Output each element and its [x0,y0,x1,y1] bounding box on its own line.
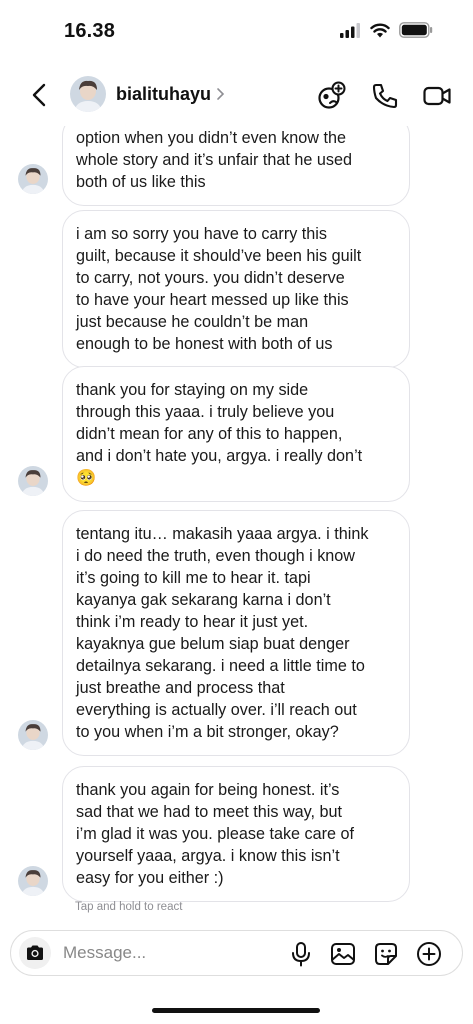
gallery-icon[interactable] [329,940,357,968]
plus-icon[interactable] [415,940,443,968]
react-hint: Tap and hold to react [75,901,183,913]
status-time: 16.38 [64,20,116,42]
message-bubble-3[interactable]: thank you for staying on my side through… [62,366,410,502]
sticker-icon[interactable] [372,940,400,968]
wifi-icon [370,23,390,38]
battery-icon [399,22,433,38]
status-bar: 16.38 [0,0,473,62]
camera-icon [27,945,43,960]
contact-avatar[interactable] [70,76,106,112]
camera-button[interactable] [19,937,51,969]
cellular-signal-icon [340,23,360,38]
sender-avatar[interactable] [18,466,48,496]
message-composer [10,930,463,976]
status-icons [339,22,433,38]
message-thread[interactable]: option when you didn’t even know the who… [0,126,473,926]
message-bubble-2[interactable]: i am so sorry you have to carry this gui… [62,210,410,368]
add-member-icon[interactable] [316,81,346,111]
sender-avatar[interactable] [18,164,48,194]
message-input[interactable] [63,941,233,965]
sender-avatar[interactable] [18,866,48,896]
home-indicator[interactable] [152,1008,320,1013]
chat-header: bialituhayu [0,62,473,126]
sender-avatar[interactable] [18,720,48,750]
chevron-right-icon[interactable] [215,86,227,102]
message-bubble-5[interactable]: thank you again for being honest. it’s s… [62,766,410,902]
message-bubble-1[interactable]: option when you didn’t even know the who… [62,126,410,206]
video-camera-icon[interactable] [422,81,452,111]
microphone-icon[interactable] [287,940,315,968]
contact-username[interactable]: bialituhayu [116,84,211,105]
back-arrow-icon[interactable] [26,80,54,110]
message-bubble-4[interactable]: tentang itu… makasih yaaa argya. i think… [62,510,410,756]
phone-icon[interactable] [370,81,400,111]
